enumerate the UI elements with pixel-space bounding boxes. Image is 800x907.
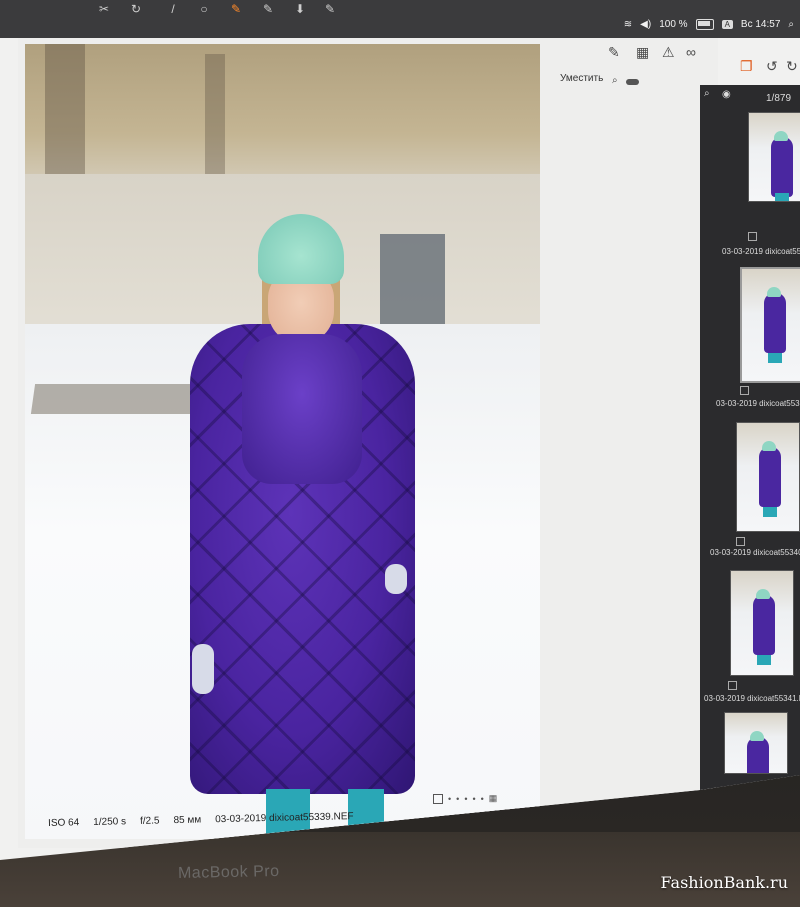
rotate-left-icon[interactable]: ↺ [766, 58, 778, 75]
model-glove [385, 564, 407, 594]
screen: ✂ ↻ / ○ ✎ ✎ ⬇ ✎ ≋ ◀) 100 % A Вс 14:57 ⌕ [0, 0, 800, 860]
zoom-icon[interactable]: ⌕ [612, 75, 618, 86]
warning-icon[interactable]: ⚠ [662, 44, 675, 61]
fit-zoom-label[interactable]: Уместить [560, 73, 603, 84]
battery-icon[interactable] [695, 19, 714, 30]
filmstrip-thumb[interactable] [748, 112, 800, 202]
rotate-right-icon[interactable]: ↻ [786, 58, 798, 75]
thumb-filename: 03-03-2019 dixicoat55 [722, 247, 800, 256]
battery-percent: 100 % [659, 19, 688, 30]
stack-icon[interactable]: ❐ [740, 58, 753, 75]
pencil-tool-icon[interactable]: ✎ [322, 2, 338, 16]
filmstrip-thumb[interactable] [736, 422, 800, 532]
thumb-hat [767, 287, 781, 297]
brush-tool-icon[interactable]: / [165, 2, 181, 16]
model-glove [192, 644, 214, 694]
info-shutter: 1/250 s [93, 816, 127, 828]
thumb-hat [762, 441, 776, 451]
filmstrip-thumb[interactable] [730, 570, 794, 676]
edit-icon[interactable]: ✎ [608, 44, 620, 61]
rating-dot[interactable]: • [472, 794, 475, 804]
visibility-icon[interactable]: ◉ [722, 89, 731, 100]
fill-tool-icon[interactable]: ⬇ [292, 2, 308, 16]
wifi-icon[interactable]: ≋ [624, 19, 632, 30]
spotlight-search-icon[interactable]: ⌕ [788, 19, 794, 30]
photo-background-building [25, 44, 540, 194]
volume-icon[interactable]: ◀) [640, 19, 651, 30]
clock[interactable]: Вс 14:57 [741, 19, 780, 30]
thumb-hat [774, 131, 788, 141]
rating-control[interactable]: • • • • • ▦ [433, 793, 497, 804]
zoom-toggle[interactable] [626, 79, 639, 85]
photo-tree [45, 44, 85, 184]
rating-dot[interactable]: • [481, 794, 484, 804]
thumb-checkbox[interactable] [728, 681, 737, 690]
crop-tool-icon[interactable]: ✂ [96, 2, 112, 16]
grid-icon[interactable]: ▦ [636, 44, 649, 61]
glasses-icon[interactable]: ∞ [686, 44, 696, 60]
pen-tool-icon[interactable]: ✎ [228, 2, 244, 16]
model-scarf [242, 334, 362, 484]
rotate-tool-icon[interactable]: ↻ [128, 2, 144, 16]
filmstrip-panel: ⌕ ◉ 1/879 03-03-2019 dixicoat55 03-03-20… [700, 85, 800, 805]
select-checkbox[interactable] [433, 793, 443, 804]
thumb-hat [756, 589, 770, 599]
info-focal-length: 85 мм [173, 814, 202, 827]
thumb-filename: 03-03-2019 dixicoat553 [716, 399, 800, 408]
laptop-brand-label: MacBook Pro [177, 862, 280, 883]
thumb-pants [763, 507, 777, 517]
menubar: ✂ ↻ / ○ ✎ ✎ ⬇ ✎ ≋ ◀) 100 % A Вс 14:57 ⌕ [0, 0, 800, 38]
circle-tool-icon[interactable]: ○ [196, 2, 212, 16]
thumb-filename: 03-03-2019 dixicoat55341.N [704, 694, 800, 703]
thumb-figure [747, 737, 769, 773]
thumb-hat [750, 731, 764, 741]
model-hat [258, 214, 344, 284]
keyboard-layout-badge[interactable]: A [721, 20, 733, 29]
info-iso: ISO 64 [48, 817, 80, 829]
rating-dot[interactable]: • [448, 794, 451, 804]
thumb-checkbox[interactable] [740, 386, 749, 395]
filmstrip-thumb-selected[interactable] [740, 267, 800, 383]
watermark: FashionBank.ru [660, 873, 788, 892]
thumb-checkbox[interactable] [748, 232, 757, 241]
label-icon[interactable]: ▦ [489, 793, 498, 804]
filmstrip-header: ⌕ ◉ 1/879 [700, 85, 800, 107]
thumb-checkbox[interactable] [736, 537, 745, 546]
filmstrip-search-icon[interactable]: ⌕ [704, 88, 710, 99]
thumb-figure [771, 137, 793, 197]
main-photo[interactable] [25, 44, 540, 839]
thumb-pants [757, 655, 771, 665]
eyedropper-tool-icon[interactable]: ✎ [260, 2, 276, 16]
thumb-figure [764, 293, 786, 353]
thumb-figure [753, 595, 775, 655]
thumb-filename: 03-03-2019 dixicoat55340 [710, 548, 800, 557]
rating-dot[interactable]: • [464, 794, 467, 804]
thumb-figure [759, 447, 781, 507]
photo-model [180, 214, 420, 839]
thumb-pants [768, 353, 782, 363]
rating-dot[interactable]: • [456, 794, 459, 804]
photo-tree [205, 54, 225, 174]
info-aperture: f/2.5 [139, 815, 160, 827]
thumb-pants [775, 193, 789, 201]
filmstrip-thumb[interactable] [724, 712, 788, 774]
image-counter: 1/879 [766, 93, 792, 104]
status-area: ≋ ◀) 100 % A Вс 14:57 ⌕ [624, 19, 794, 30]
